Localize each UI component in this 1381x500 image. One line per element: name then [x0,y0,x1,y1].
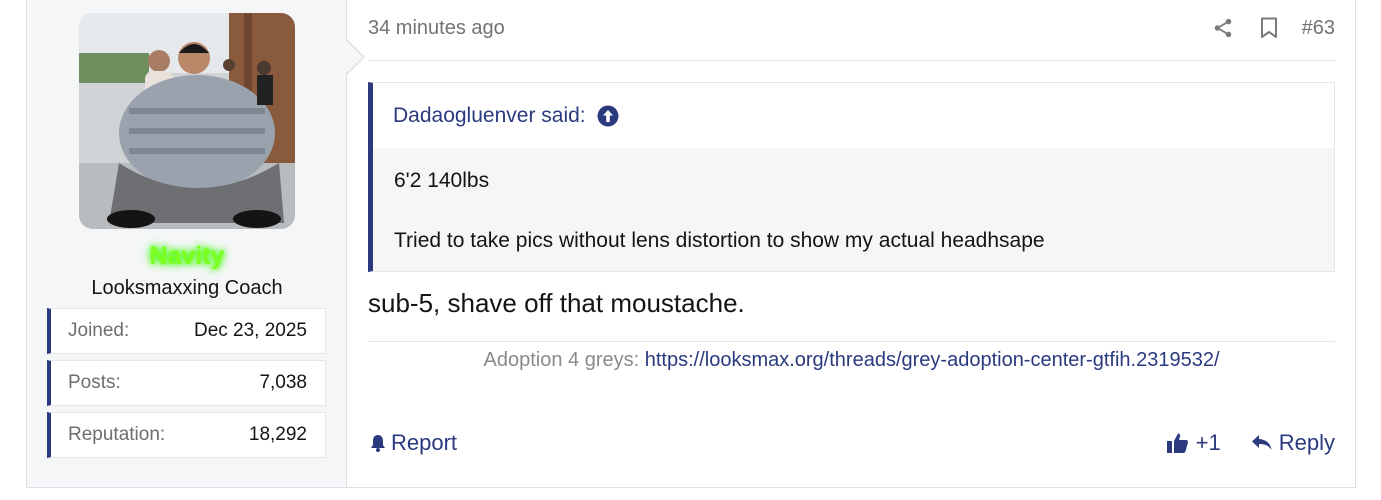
reply-icon [1251,433,1273,453]
stat-reputation: Reputation: 18,292 [47,412,326,458]
arrow-up-circle-icon[interactable] [597,105,619,127]
stat-label: Reputation: [68,424,166,445]
stat-value: 7,038 [259,372,307,393]
user-arrow-fill [346,40,363,74]
signature-divider [368,341,1335,342]
like-button[interactable]: +1 [1166,430,1221,456]
user-info-column: Navity Looksmaxxing Coach Joined: Dec 23… [27,0,347,487]
post-container: Navity Looksmaxxing Coach Joined: Dec 23… [26,0,1356,488]
report-button[interactable]: Report [368,430,457,456]
signature-link[interactable]: https://looksmax.org/threads/grey-adopti… [645,349,1220,371]
signature-prefix: Adoption 4 greys: [483,349,645,371]
stat-posts: Posts: 7,038 [47,360,326,406]
post-time[interactable]: 34 minutes ago [368,17,505,40]
post-body: sub-5, shave off that moustache. [368,288,745,318]
user-title: Looksmaxxing Coach [91,277,283,299]
thumbs-up-icon [1166,431,1190,455]
bell-icon [368,433,388,453]
post-number[interactable]: #63 [1302,17,1335,40]
quote-text-line: Tried to take pics without lens distorti… [394,229,1045,252]
like-count: +1 [1195,430,1221,455]
quote-author[interactable]: Dadaogluenver said: [393,104,586,128]
quote-block: Dadaogluenver said: 6'2 140lbs Tried to … [368,82,1335,272]
avatar[interactable] [79,13,295,229]
stat-value: 18,292 [248,424,307,445]
username[interactable]: Navity [27,242,347,271]
post-header: 34 minutes ago #63 [368,12,1335,44]
post-reactions: +1 Reply [1166,430,1335,456]
bookmark-icon[interactable] [1256,15,1282,41]
post-header-actions: #63 [1190,15,1335,41]
quote-header[interactable]: Dadaogluenver said: [373,83,1334,148]
stat-value: Dec 23, 2025 [193,320,307,341]
share-icon[interactable] [1210,15,1236,41]
header-divider [368,60,1335,61]
signature: Adoption 4 greys: https://looksmax.org/t… [368,349,1335,372]
stat-label: Joined: [68,320,130,341]
reply-label: Reply [1278,430,1335,455]
report-label: Report [391,430,458,455]
post-footer: Report +1 Reply [368,426,1335,460]
reply-button[interactable]: Reply [1251,430,1335,456]
quote-text-line: 6'2 140lbs [394,169,490,192]
stat-joined: Joined: Dec 23, 2025 [47,308,326,354]
post-main: 34 minutes ago #63 Dadaogluenver said: 6… [367,0,1335,487]
stat-label: Posts: [68,372,121,393]
